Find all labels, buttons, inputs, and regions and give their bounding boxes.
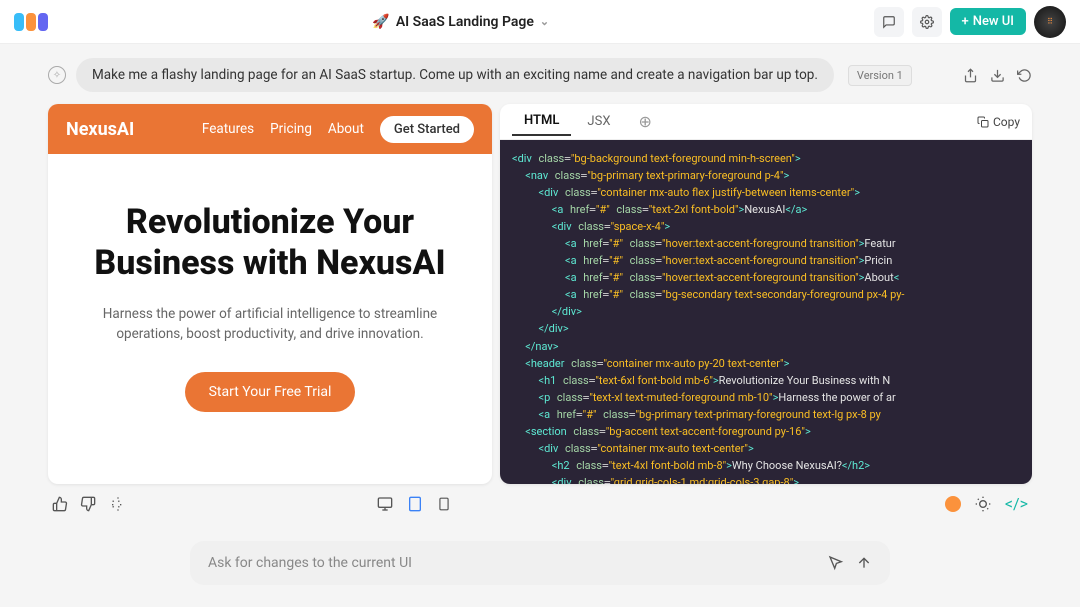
- code-body[interactable]: <div class="bg-background text-foregroun…: [500, 140, 1032, 484]
- version-badge[interactable]: Version 1: [848, 65, 912, 86]
- desktop-icon[interactable]: [377, 496, 393, 512]
- user-prompt: Make me a flashy landing page for an AI …: [76, 58, 834, 92]
- nav-link-features[interactable]: Features: [202, 121, 254, 137]
- hero-cta-button[interactable]: Start Your Free Trial: [185, 372, 356, 412]
- gear-icon[interactable]: [912, 7, 942, 37]
- composer-input[interactable]: Ask for changes to the current UI: [190, 541, 890, 585]
- chevron-down-icon: ⌄: [540, 15, 549, 28]
- code-panel: HTML JSX ⊕ Copy <div class="bg-backgroun…: [500, 104, 1032, 484]
- add-tab-button[interactable]: ⊕: [626, 106, 663, 137]
- nav-link-about[interactable]: About: [328, 121, 364, 137]
- thumbs-up-icon[interactable]: [52, 496, 68, 512]
- preview-panel: NexusAI Features Pricing About Get Start…: [48, 104, 492, 484]
- top-bar: 🚀 AI SaaS Landing Page ⌄ + New UI ⠿: [0, 0, 1080, 44]
- composer-placeholder: Ask for changes to the current UI: [208, 555, 412, 571]
- magic-wand-icon[interactable]: [108, 496, 124, 512]
- code-toggle-icon[interactable]: </>: [1005, 494, 1028, 513]
- sun-icon[interactable]: [975, 496, 991, 512]
- plus-icon: +: [962, 14, 969, 29]
- preview-hero: Revolutionize Your Business with NexusAI…: [48, 154, 492, 460]
- tablet-icon[interactable]: [407, 496, 423, 512]
- code-tabs: HTML JSX ⊕ Copy: [500, 104, 1032, 140]
- download-icon[interactable]: [990, 68, 1005, 83]
- preview-nav: NexusAI Features Pricing About Get Start…: [48, 104, 492, 154]
- response-toolbar: </>: [48, 484, 1032, 513]
- page-title: AI SaaS Landing Page: [396, 14, 534, 30]
- rocket-icon: 🚀: [372, 14, 389, 30]
- tab-html[interactable]: HTML: [512, 107, 571, 136]
- nav-cta-button[interactable]: Get Started: [380, 116, 474, 143]
- chat-icon[interactable]: [874, 7, 904, 37]
- history-icon[interactable]: [1017, 68, 1032, 83]
- tab-jsx[interactable]: JSX: [575, 108, 622, 135]
- system-avatar-icon: ✧: [48, 66, 66, 84]
- share-icon[interactable]: [963, 68, 978, 83]
- preview-brand[interactable]: NexusAI: [66, 119, 134, 140]
- prompt-row: ✧ Make me a flashy landing page for an A…: [48, 58, 1032, 92]
- hero-subtitle: Harness the power of artificial intellig…: [76, 304, 464, 345]
- cursor-icon[interactable]: [828, 555, 844, 571]
- new-ui-button[interactable]: + New UI: [950, 8, 1026, 35]
- copy-button[interactable]: Copy: [977, 115, 1020, 129]
- page-title-dropdown[interactable]: 🚀 AI SaaS Landing Page ⌄: [48, 14, 874, 30]
- theme-dot-icon[interactable]: [945, 496, 961, 512]
- thumbs-down-icon[interactable]: [80, 496, 96, 512]
- app-logo[interactable]: [14, 13, 48, 31]
- mobile-icon[interactable]: [437, 496, 451, 512]
- avatar[interactable]: ⠿: [1034, 6, 1066, 38]
- nav-link-pricing[interactable]: Pricing: [270, 121, 312, 137]
- send-icon[interactable]: [856, 555, 872, 571]
- hero-title: Revolutionize Your Business with NexusAI: [76, 202, 464, 284]
